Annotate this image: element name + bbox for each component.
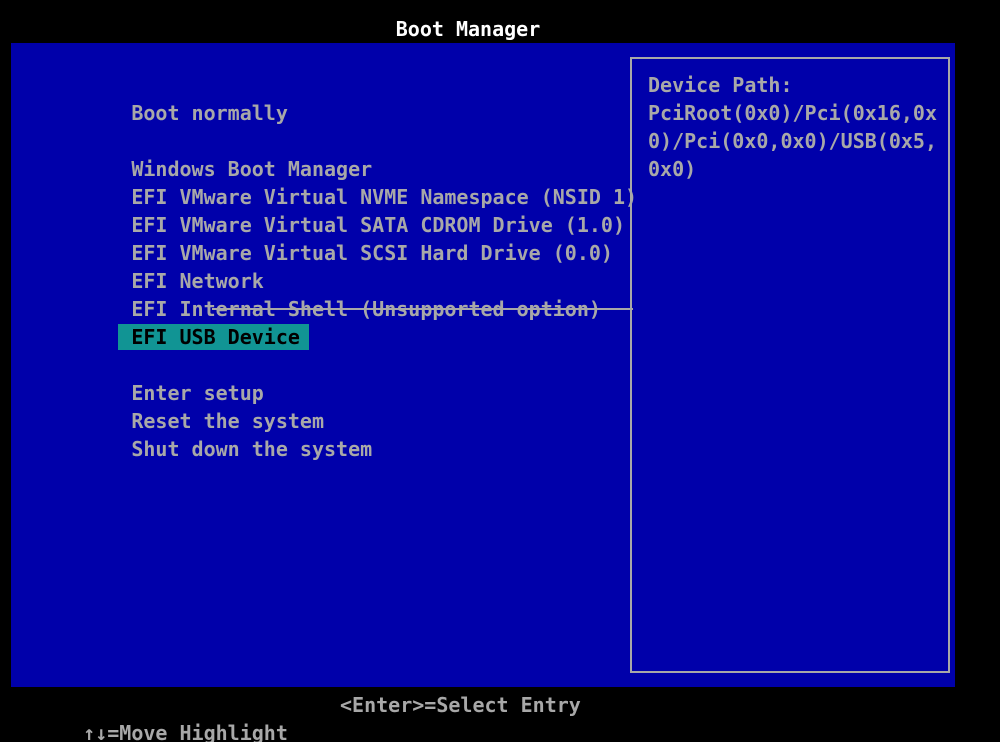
move-highlight-hint: ↑↓=Move Highlight (83, 721, 288, 742)
menu-item-boot-normally[interactable]: Boot normally (11, 71, 626, 125)
menu-item-label: EFI VMware Virtual SATA CDROM Drive (1.0… (131, 213, 626, 237)
highlighted-menu-item-label: EFI USB Device (118, 324, 309, 350)
menu-item-label: Windows Boot Manager (131, 157, 373, 181)
menu-item-label: EFI VMware Virtual NVME Namespace (NSID … (131, 185, 638, 209)
select-entry-hint: <Enter>=Select Entry (340, 693, 581, 717)
device-path-line: PciRoot(0x0)/Pci(0x16,0x (648, 101, 937, 125)
main-panel: Boot normally Windows Boot Manager EFI V… (11, 43, 955, 687)
device-path-line: 0x0) (648, 157, 697, 181)
menu-item-label: EFI Network (131, 269, 264, 293)
highlight-connector-line (212, 308, 633, 310)
device-path-heading: Device Path: (648, 73, 793, 97)
help-bar: ↑↓=Move Highlight <Enter>=Select Entry (35, 691, 965, 742)
menu-item-label: EFI VMware Virtual SCSI Hard Drive (0.0) (131, 241, 613, 265)
menu-item-label: Shut down the system (131, 437, 373, 461)
page-title: Boot Manager (395, 17, 541, 41)
device-path-panel: Device Path: PciRoot(0x0)/Pci(0x16,0x 0)… (630, 57, 950, 673)
boot-manager-screen: Boot Manager Boot normally Windows Boot … (0, 0, 1000, 742)
menu-item-label: Reset the system (131, 409, 324, 433)
boot-menu: Boot normally Windows Boot Manager EFI V… (11, 71, 637, 461)
menu-item-label: Boot normally (131, 101, 288, 125)
device-path-line: 0)/Pci(0x0,0x0)/USB(0x5, (648, 129, 937, 153)
menu-item-label: Enter setup (131, 381, 264, 405)
